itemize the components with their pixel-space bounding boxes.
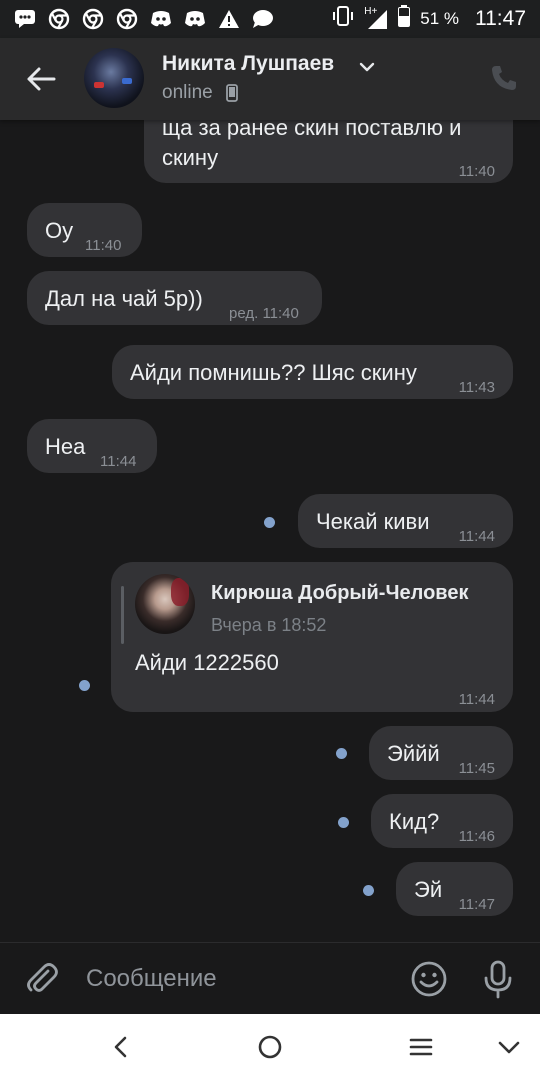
message-bubble-outgoing[interactable]: Чекай киви 11:44 [298, 494, 513, 548]
chrome-icon [116, 8, 138, 30]
message-time: 11:45 [458, 760, 495, 777]
message-text: Айди помнишь?? Шяс скину [130, 360, 417, 385]
chevron-down-icon[interactable] [358, 58, 376, 76]
nav-collapse-icon[interactable] [494, 1032, 524, 1062]
unread-indicator [336, 748, 347, 759]
message-list[interactable]: ща за ранее скин поставлю и скину 11:40 … [0, 120, 540, 942]
nav-back-icon[interactable] [106, 1032, 136, 1062]
chrome-icon [48, 8, 70, 30]
message-text: Эй [414, 877, 443, 902]
contact-status: online [162, 82, 213, 103]
microphone-icon[interactable] [480, 959, 516, 999]
message-text: Неа [45, 434, 86, 459]
message-text: Айди 1222560 [135, 650, 279, 675]
phone-icon[interactable] [488, 62, 520, 94]
message-text: скину [162, 145, 219, 170]
notification-icons [14, 6, 274, 32]
unread-indicator [264, 517, 275, 528]
message-bubble-incoming[interactable]: Оу 11:40 [27, 203, 142, 257]
forwarded-date: Вчера в 18:52 [211, 615, 327, 635]
forward-quote-bar [121, 586, 124, 644]
discord-icon [150, 8, 172, 30]
chat-header: Никита Лушпаев online [0, 38, 540, 120]
unread-indicator [363, 885, 374, 896]
message-text: Оу [45, 218, 74, 243]
message-time: 11:43 [458, 379, 495, 396]
message-text: Кид? [389, 809, 440, 834]
battery-percent: 51 % [420, 9, 459, 28]
vibrate-icon [332, 5, 354, 33]
message-time: 11:40 [458, 163, 495, 180]
contact-name[interactable]: Никита Лушпаев [162, 52, 334, 76]
paperclip-icon[interactable] [24, 961, 60, 997]
message-bubble-incoming[interactable]: Неа 11:44 [27, 419, 157, 473]
message-time: 11:40 [85, 237, 122, 254]
message-time: 11:44 [100, 453, 137, 470]
nav-menu-icon[interactable] [406, 1032, 436, 1062]
unread-indicator [338, 817, 349, 828]
message-composer [0, 942, 540, 1015]
back-arrow-icon[interactable] [22, 60, 60, 98]
message-bubble-outgoing[interactable]: Кид? 11:46 [371, 794, 513, 848]
forwarded-author-avatar[interactable] [135, 574, 195, 634]
message-icon [14, 8, 36, 30]
clock: 11:47 [475, 7, 526, 30]
system-navigation-bar [0, 1014, 540, 1080]
message-bubble-outgoing[interactable]: Айди помнишь?? Шяс скину 11:43 [112, 345, 513, 399]
status-bar: H+ 51 % 11:47 [0, 0, 540, 38]
battery-icon [398, 5, 411, 33]
message-text: Чекай киви [316, 509, 430, 534]
message-text: ща за ранее скин поставлю и [162, 120, 462, 140]
message-input[interactable] [86, 961, 386, 997]
message-bubble-outgoing[interactable]: Эййй 11:45 [369, 726, 513, 780]
discord-icon [184, 8, 206, 30]
message-time: ред. 11:40 [229, 305, 299, 322]
chrome-icon [82, 8, 104, 30]
message-time: 11:44 [458, 691, 495, 708]
warning-icon [218, 8, 240, 30]
chat-icon [252, 8, 274, 30]
unread-indicator [79, 680, 90, 691]
message-time: 11:46 [458, 828, 495, 845]
message-bubble-outgoing[interactable]: Эй 11:47 [396, 862, 513, 916]
message-time: 11:47 [458, 896, 495, 913]
forwarded-message-bubble[interactable]: Кирюша Добрый-Человек Вчера в 18:52 Айди… [111, 562, 513, 712]
emoji-icon[interactable] [410, 960, 448, 998]
mobile-icon [226, 84, 238, 102]
contact-avatar[interactable] [84, 48, 144, 108]
forwarded-author-name[interactable]: Кирюша Добрый-Человек [211, 578, 468, 608]
nav-home-icon[interactable] [255, 1032, 285, 1062]
message-text: Эййй [387, 741, 440, 766]
message-bubble-outgoing[interactable]: ща за ранее скин поставлю и скину 11:40 [144, 120, 513, 183]
message-bubble-incoming[interactable]: Дал на чай 5р)) ред. 11:40 [27, 271, 322, 325]
message-time: 11:44 [458, 528, 495, 545]
signal-icon: H+ [364, 6, 388, 30]
system-indicators: H+ 51 % 11:47 [332, 5, 526, 33]
message-text: Дал на чай 5р)) [45, 286, 203, 311]
